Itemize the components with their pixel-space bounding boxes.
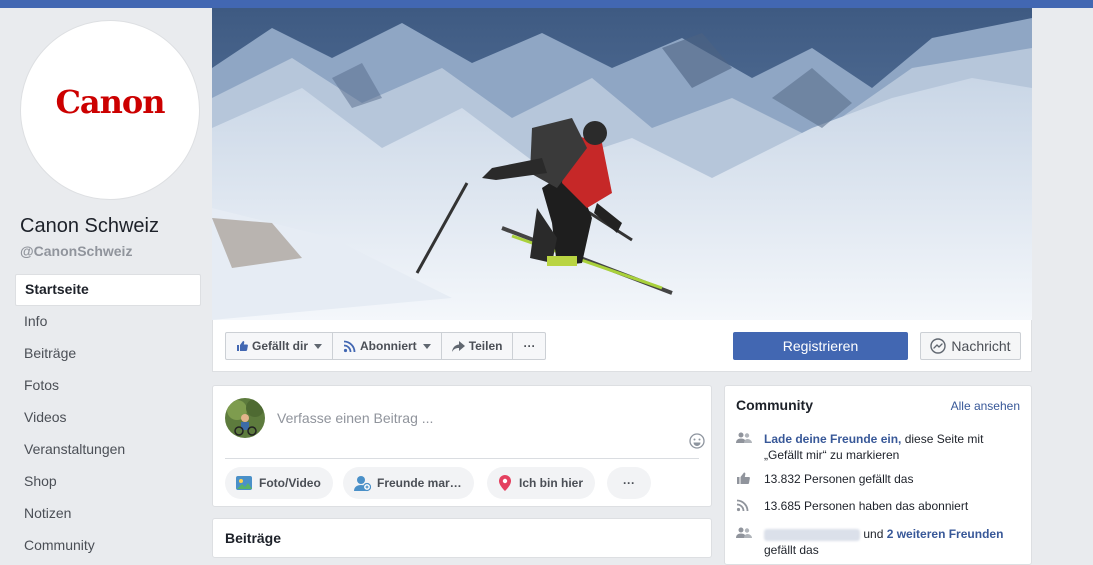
posts-title: Beiträge xyxy=(225,530,282,546)
profile-picture[interactable]: Canon xyxy=(20,20,200,200)
message-button-label: Nachricht xyxy=(951,338,1011,354)
friends-icon xyxy=(736,432,752,443)
page-handle[interactable]: @CanonSchweiz xyxy=(20,243,132,259)
rss-icon xyxy=(343,340,356,352)
tag-friends-label: Freunde mar… xyxy=(377,476,462,490)
friends-icon xyxy=(736,527,752,538)
more-dots-icon: ··· xyxy=(523,339,536,353)
check-in-label: Ich bin hier xyxy=(519,476,584,490)
see-all-link[interactable]: Alle ansehen xyxy=(951,399,1020,413)
tag-friends-button[interactable]: Freunde mar… xyxy=(343,467,474,499)
action-button-group: Gefällt dir Abonniert Teilen ··· xyxy=(225,332,547,360)
composer-more-button[interactable]: ··· xyxy=(607,467,651,499)
photo-icon xyxy=(236,476,252,490)
photo-video-label: Foto/Video xyxy=(259,476,321,490)
more-dots-icon: ··· xyxy=(623,476,635,490)
like-button-label: Gefällt dir xyxy=(252,339,309,353)
posts-section: Beiträge xyxy=(212,518,712,558)
share-button[interactable]: Teilen xyxy=(442,333,514,359)
page-title[interactable]: Canon Schweiz xyxy=(20,215,159,238)
like-button[interactable]: Gefällt dir xyxy=(226,333,334,359)
thumbs-up-icon xyxy=(737,472,750,484)
share-button-label: Teilen xyxy=(468,339,503,353)
friends-and-text: und xyxy=(863,527,887,541)
nav-item-beitraege[interactable]: Beiträge xyxy=(15,338,201,370)
chevron-down-icon xyxy=(422,343,431,349)
emoji-icon[interactable] xyxy=(689,433,705,449)
check-in-button[interactable]: Ich bin hier xyxy=(487,467,596,499)
top-bar xyxy=(0,0,1093,8)
community-title: Community xyxy=(736,397,813,413)
cover-photo[interactable] xyxy=(212,8,1032,320)
rss-icon xyxy=(736,499,749,512)
nav-item-community[interactable]: Community xyxy=(15,530,201,562)
messenger-icon xyxy=(930,338,947,354)
more-friends-link[interactable]: 2 weiteren Freunden xyxy=(887,527,1004,541)
nav-item-info[interactable]: Info xyxy=(15,306,201,338)
post-composer: Verfasse einen Beitrag ... Foto/Video Fr… xyxy=(212,385,712,507)
page-nav: Startseite Info Beiträge Fotos Videos Ve… xyxy=(15,274,201,562)
community-card: Community Alle ansehen Lade deine Freund… xyxy=(724,385,1032,565)
nav-item-videos[interactable]: Videos xyxy=(15,402,201,434)
post-input[interactable]: Verfasse einen Beitrag ... xyxy=(277,410,433,426)
nav-item-fotos[interactable]: Fotos xyxy=(15,370,201,402)
page-action-bar: Gefällt dir Abonniert Teilen ··· Registr… xyxy=(212,320,1032,372)
nav-item-notizen[interactable]: Notizen xyxy=(15,498,201,530)
share-arrow-icon xyxy=(451,340,465,352)
more-options-button[interactable]: ··· xyxy=(513,333,545,359)
friends-like-text: gefällt das xyxy=(764,543,819,557)
follows-count-text: 13.685 Personen haben das abonniert xyxy=(764,499,969,513)
follow-button[interactable]: Abonniert xyxy=(333,333,442,359)
thumbs-up-icon xyxy=(237,341,248,351)
divider xyxy=(225,458,699,459)
nav-item-shop[interactable]: Shop xyxy=(15,466,201,498)
invite-friends-link[interactable]: Lade deine Freunde ein, xyxy=(764,432,901,446)
cover-image-skier xyxy=(212,8,1032,320)
tag-friends-icon xyxy=(354,476,371,492)
blurred-friend-name xyxy=(764,528,860,541)
follow-button-label: Abonniert xyxy=(360,339,417,353)
message-button[interactable]: Nachricht xyxy=(920,332,1021,360)
canon-logo: Canon xyxy=(55,83,165,121)
location-pin-icon xyxy=(499,475,511,491)
likes-count-text: 13.832 Personen gefällt das xyxy=(764,472,914,486)
nav-item-startseite[interactable]: Startseite xyxy=(15,274,201,306)
nav-item-veranstaltungen[interactable]: Veranstaltungen xyxy=(15,434,201,466)
photo-video-button[interactable]: Foto/Video xyxy=(225,467,333,499)
chevron-down-icon xyxy=(314,343,323,349)
avatar[interactable] xyxy=(225,398,265,438)
register-button[interactable]: Registrieren xyxy=(733,332,908,360)
